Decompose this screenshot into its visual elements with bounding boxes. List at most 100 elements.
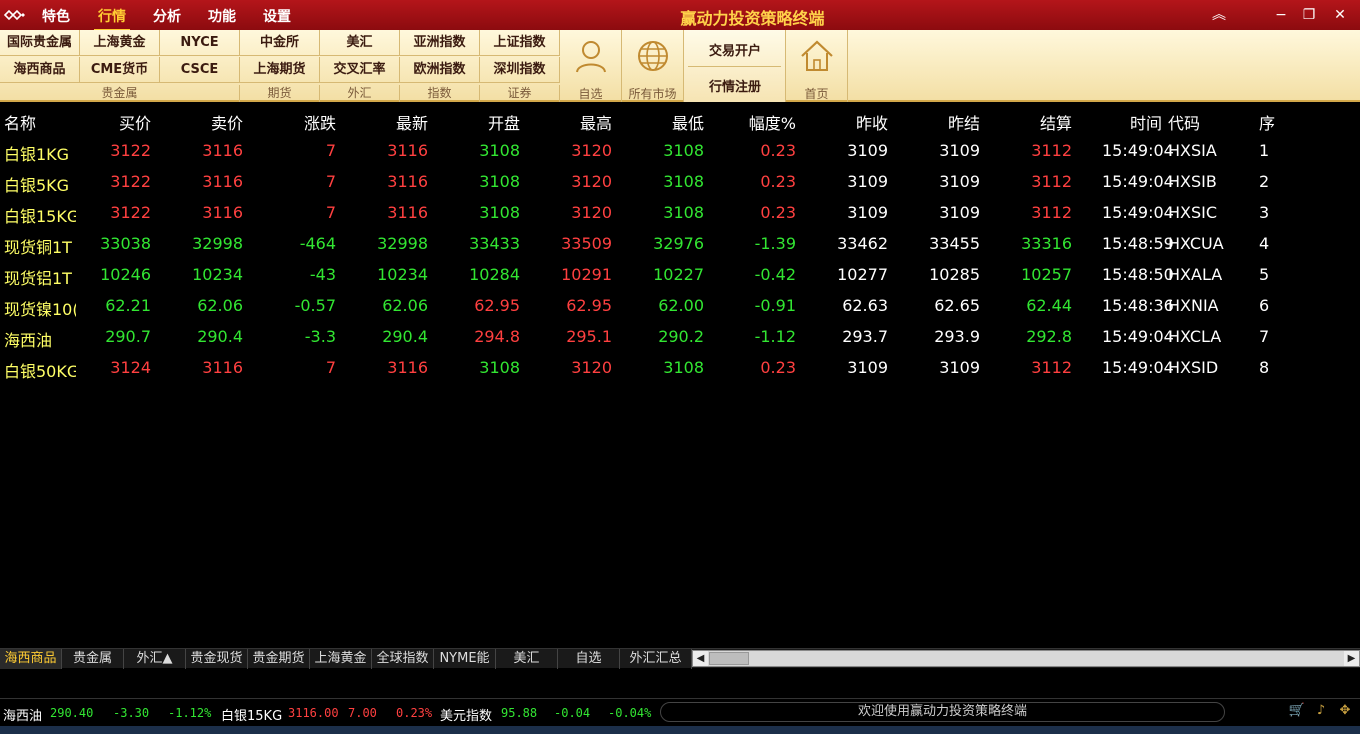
market-btn-nyce[interactable]: NYCE xyxy=(160,30,240,56)
market-btn-europe-index[interactable]: 欧洲指数 xyxy=(400,57,480,83)
cart-icon[interactable]: 🛒 xyxy=(1288,703,1306,721)
col-header-name[interactable]: 名称 xyxy=(4,110,36,134)
col-header-pct[interactable]: 幅度% xyxy=(749,110,796,134)
scroll-thumb[interactable] xyxy=(709,652,749,665)
market-btn-sse-index[interactable]: 上证指数 xyxy=(480,30,560,56)
col-header-last[interactable]: 最新 xyxy=(396,110,428,134)
col-header-buy[interactable]: 买价 xyxy=(119,110,151,134)
col-header-change[interactable]: 涨跌 xyxy=(304,110,336,134)
horizontal-scrollbar[interactable]: ◀ ▶ xyxy=(692,650,1360,667)
table-row[interactable]: 现货铝1T 10246 10234 -43 10234 10284 10291 10227 -0… xyxy=(0,259,1360,290)
col-header-code[interactable]: 代码 xyxy=(1168,110,1200,134)
col-header-seq[interactable]: 序 xyxy=(1259,110,1275,134)
cell-prev-settle: 293.9 xyxy=(934,327,980,346)
cell-last: 290.4 xyxy=(382,327,428,346)
table-row[interactable]: 海西油 290.7 290.4 -3.3 290.4 294.8 295.1 290.2 -1.… xyxy=(0,321,1360,352)
cell-settle: 10257 xyxy=(1021,265,1072,284)
cell-seq: 6 xyxy=(1259,296,1270,315)
cell-code: HXSIB xyxy=(1168,172,1217,191)
col-header-prev-settle[interactable]: 昨结 xyxy=(948,110,980,134)
cell-change: -3.3 xyxy=(304,327,336,346)
group-label-precious: 贵金属 xyxy=(0,85,240,102)
col-header-high[interactable]: 最高 xyxy=(580,110,612,134)
table-row[interactable]: 白银50KG 3124 3116 7 3116 3108 3120 3108 0.23 3109 3… xyxy=(0,352,1360,383)
cell-sell: 290.4 xyxy=(197,327,243,346)
ticker-3-name: 美元指数 xyxy=(440,709,493,724)
cell-name: 白银1KG xyxy=(4,145,70,164)
settings-icon[interactable]: ✥ xyxy=(1336,703,1354,721)
tab-precious-futures[interactable]: 贵金期货 xyxy=(248,649,310,669)
tab-precious-spot[interactable]: 贵金现货 xyxy=(186,649,248,669)
account-panel: 交易开户 行情注册 xyxy=(684,30,786,102)
tab-shanghai-gold[interactable]: 上海黄金 xyxy=(310,649,372,669)
tab-nymex-energy[interactable]: NYME能 xyxy=(434,649,496,669)
home-button[interactable]: 首页 xyxy=(786,30,848,102)
table-row[interactable]: 白银5KG 3122 3116 7 3116 3108 3120 3108 0.23 3109 31… xyxy=(0,166,1360,197)
tab-fx-summary[interactable]: 外汇汇总 xyxy=(620,649,692,669)
open-account-button[interactable]: 交易开户 xyxy=(684,40,786,59)
market-btn-intl-precious[interactable]: 国际贵金属 xyxy=(0,30,80,56)
tab-usd[interactable]: 美汇 xyxy=(496,649,558,669)
cell-prev-settle: 3109 xyxy=(939,203,980,222)
market-btn-usd-fx[interactable]: 美汇 xyxy=(320,30,400,56)
col-header-low[interactable]: 最低 xyxy=(672,110,704,134)
collapse-ribbon-icon[interactable]: ︽ xyxy=(1209,5,1229,25)
col-header-sell[interactable]: 卖价 xyxy=(211,110,243,134)
register-quotes-button[interactable]: 行情注册 xyxy=(684,76,786,95)
cell-high: 10291 xyxy=(561,265,612,284)
minimize-icon[interactable]: − xyxy=(1271,5,1291,25)
cell-buy: 10246 xyxy=(100,265,151,284)
welcome-message: 欢迎使用赢动力投资策略终端 xyxy=(660,702,1225,722)
tab-global-index[interactable]: 全球指数 xyxy=(372,649,434,669)
table-row[interactable]: 白银1KG 3122 3116 7 3116 3108 3120 3108 0.23 3109 31… xyxy=(0,135,1360,166)
ticker-2-change: 7.00 xyxy=(348,706,377,720)
table-row[interactable]: 现货铜1T 33038 32998 -464 32998 33433 33509 32976 -… xyxy=(0,228,1360,259)
cell-low: 32976 xyxy=(653,234,704,253)
cell-high: 3120 xyxy=(571,141,612,160)
cell-last: 3116 xyxy=(387,141,428,160)
col-header-settle[interactable]: 结算 xyxy=(1040,110,1072,134)
close-icon[interactable]: ✕ xyxy=(1330,5,1350,25)
market-btn-szse-index[interactable]: 深圳指数 xyxy=(480,57,560,83)
globe-icon xyxy=(637,41,668,71)
scroll-right-icon[interactable]: ▶ xyxy=(1344,651,1359,666)
tab-precious[interactable]: 贵金属 xyxy=(62,649,124,669)
cell-time: 15:49:04 xyxy=(1102,327,1174,346)
restore-icon[interactable]: ❐ xyxy=(1299,5,1319,25)
cell-last: 32998 xyxy=(377,234,428,253)
cell-sell: 10234 xyxy=(192,265,243,284)
bell-icon[interactable]: ♪ xyxy=(1312,703,1330,721)
market-btn-cffex[interactable]: 中金所 xyxy=(240,30,320,56)
tab-haixi[interactable]: 海西商品 xyxy=(0,649,62,669)
cell-seq: 7 xyxy=(1259,327,1270,346)
cell-high: 62.95 xyxy=(566,296,612,315)
market-btn-csce[interactable]: CSCE xyxy=(160,57,240,83)
market-btn-cme-fx[interactable]: CME货币 xyxy=(80,57,160,83)
col-header-open[interactable]: 开盘 xyxy=(488,110,520,134)
table-row[interactable]: 现货镍10(62.21 62.06 -0.57 62.06 62.95 62.95 62.0… xyxy=(0,290,1360,321)
scroll-left-icon[interactable]: ◀ xyxy=(693,651,708,666)
cell-time: 15:48:50 xyxy=(1102,265,1174,284)
tab-watchlist[interactable]: 自选 xyxy=(558,649,620,669)
market-btn-asia-index[interactable]: 亚洲指数 xyxy=(400,30,480,56)
tab-fx[interactable]: 外汇▲ xyxy=(124,649,186,669)
ticker-1-name: 海西油 xyxy=(3,709,43,724)
cell-high: 3120 xyxy=(571,203,612,222)
category-tabbar: 海西商品 贵金属 外汇▲ 贵金现货 贵金期货 上海黄金 全球指数 NYME能 美… xyxy=(0,648,1360,669)
col-header-time[interactable]: 时间 xyxy=(1130,110,1162,134)
ticker-3-price: 95.88 xyxy=(501,706,538,720)
col-header-prev-close[interactable]: 昨收 xyxy=(856,110,888,134)
market-btn-cross-rate[interactable]: 交叉汇率 xyxy=(320,57,400,83)
all-markets-button[interactable]: 所有市场 xyxy=(622,30,684,102)
cell-sell: 3116 xyxy=(202,358,243,377)
market-btn-shanghai-gold[interactable]: 上海黄金 xyxy=(80,30,160,56)
watchlist-button[interactable]: 自选 xyxy=(560,30,622,102)
ticker-1-price: 290.40 xyxy=(50,706,94,720)
table-row[interactable]: 白银15KG 3122 3116 7 3116 3108 3120 3108 0.23 3109 3… xyxy=(0,197,1360,228)
market-btn-haixi[interactable]: 海西商品 xyxy=(0,57,80,83)
cell-settle: 3112 xyxy=(1031,172,1072,191)
market-btn-shfe[interactable]: 上海期货 xyxy=(240,57,320,83)
cell-change: -0.57 xyxy=(294,296,336,315)
cell-prev-close: 10277 xyxy=(837,265,888,284)
os-taskbar xyxy=(0,726,1360,734)
